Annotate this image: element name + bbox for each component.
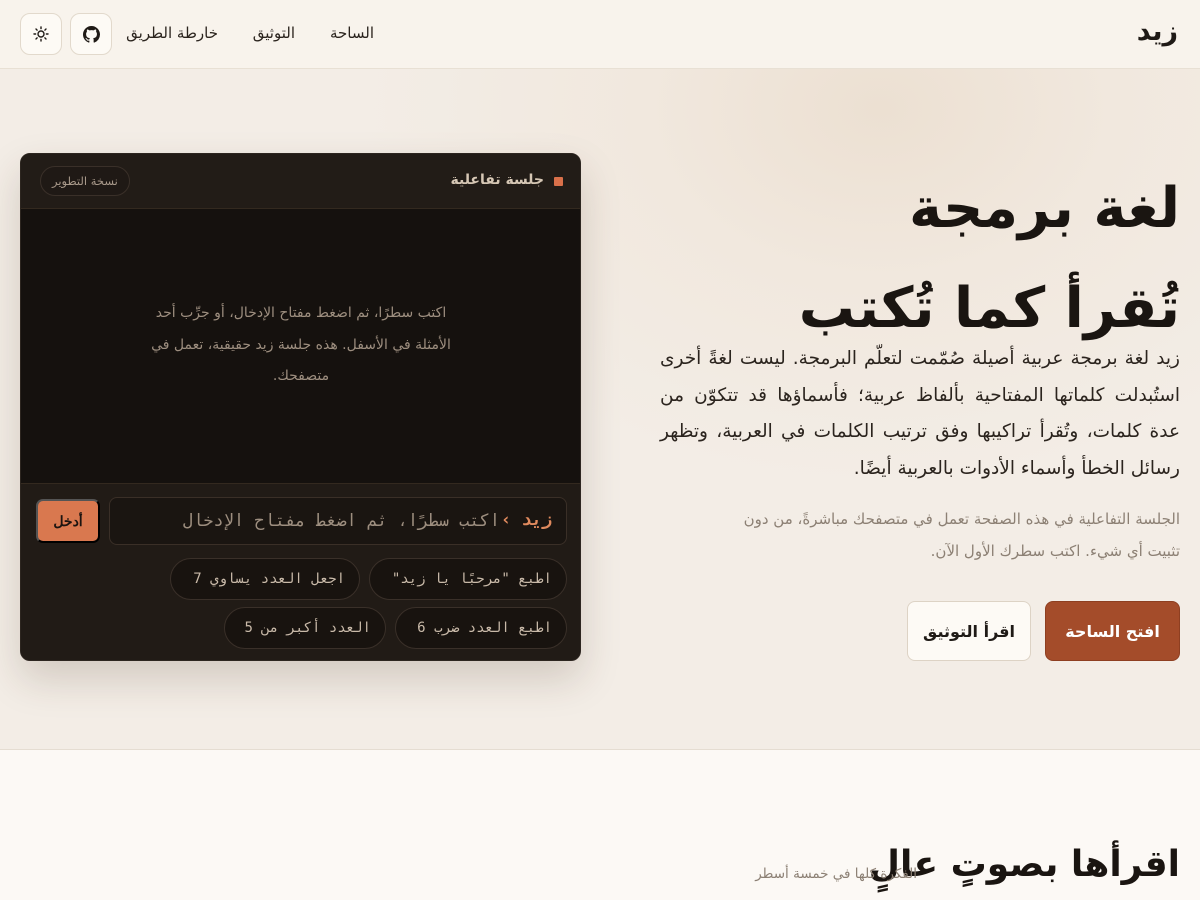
example-chip-set-number[interactable]: اجعل العدد يساوي 7 bbox=[170, 558, 360, 600]
repl-input-field[interactable] bbox=[120, 507, 500, 535]
enter-button[interactable]: أدخل bbox=[36, 499, 100, 543]
repl-output: اكتب سطرًا، ثم اضغط مفتاح الإدخال، أو جر… bbox=[21, 209, 580, 483]
nav-link-roadmap[interactable]: خارطة الطريق bbox=[126, 24, 218, 42]
sun-icon bbox=[33, 26, 49, 42]
repl-card: جلسة تفاعلية نسخة التطوير اكتب سطرًا، ثم… bbox=[20, 153, 581, 661]
section-subtitle: الفكرة كلها في خمسة أسطر bbox=[755, 866, 917, 882]
github-button[interactable] bbox=[70, 13, 112, 55]
version-badge: نسخة التطوير bbox=[40, 166, 130, 196]
theme-toggle-button[interactable] bbox=[20, 13, 62, 55]
example-chip-compare[interactable]: العدد أكبر من 5 bbox=[224, 607, 386, 649]
repl-input-box[interactable]: زيد › bbox=[109, 497, 567, 545]
nav-link-arena[interactable]: الساحة bbox=[330, 24, 374, 42]
site-logo[interactable]: زيد bbox=[1137, 16, 1178, 47]
hero-title-line-1: لغة برمجة bbox=[909, 176, 1180, 241]
read-aloud-section: اقرأها بصوتٍ عالٍ الفكرة كلها في خمسة أس… bbox=[0, 750, 1200, 900]
nav-link-docs[interactable]: التوثيق bbox=[253, 24, 295, 42]
github-icon bbox=[82, 25, 100, 43]
hero-note: الجلسة التفاعلية في هذه الصفحة تعمل في م… bbox=[743, 510, 1180, 560]
site-header: زيد الساحة التوثيق خارطة الطريق bbox=[0, 0, 1200, 69]
repl-prompt: زيد › bbox=[500, 510, 552, 530]
status-dot-icon bbox=[554, 177, 563, 186]
repl-hint: اكتب سطرًا، ثم اضغط مفتاح الإدخال، أو جر… bbox=[151, 305, 451, 384]
example-chip-multiply[interactable]: اطبع العدد ضرب 6 bbox=[395, 607, 567, 649]
hero-title: لغة برمجة تُقرأ كما تُكتب bbox=[620, 159, 1180, 359]
hero-description: زيد لغة برمجة عربية أصيلة صُمّمت لتعلّم … bbox=[660, 348, 1180, 479]
hero-section: لغة برمجة تُقرأ كما تُكتب زيد لغة برمجة … bbox=[0, 69, 1200, 750]
read-docs-button[interactable]: اقرأ التوثيق bbox=[907, 601, 1031, 661]
repl-titlebar: جلسة تفاعلية نسخة التطوير bbox=[21, 154, 580, 209]
repl-title: جلسة تفاعلية bbox=[450, 172, 545, 188]
open-arena-button[interactable]: افتح الساحة bbox=[1045, 601, 1180, 661]
repl-input-area: زيد › أدخل اطبع "مرحبًا يا زيد" اجعل الع… bbox=[21, 483, 580, 660]
example-chip-print-greeting[interactable]: اطبع "مرحبًا يا زيد" bbox=[369, 558, 567, 600]
